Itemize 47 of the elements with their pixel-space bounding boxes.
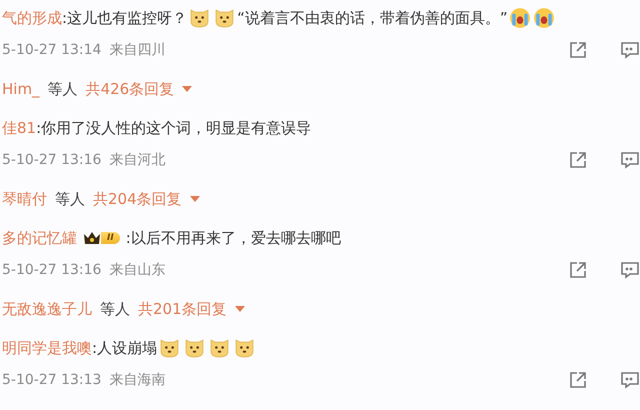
crying-emoji-icon [532, 7, 555, 29]
comment-time: 5-10-27 13:16 [2, 152, 102, 168]
reply-author[interactable]: Him_ [2, 80, 40, 98]
comment-icon[interactable] [620, 370, 640, 390]
comment-text: :你用了没人性的这个词，明显是有意误导 [36, 118, 312, 138]
comment-icon[interactable] [620, 260, 640, 280]
caret-icon [182, 86, 192, 92]
share-icon[interactable] [568, 40, 588, 60]
level-badge: II [101, 232, 120, 244]
comment-location: 来自四川 [109, 41, 166, 59]
replies-link[interactable]: 共426条回复 [86, 80, 192, 98]
crown-icon [83, 231, 101, 245]
comment-time: 5-10-27 13:14 [2, 42, 102, 58]
comment-icon[interactable] [620, 150, 640, 170]
caret-icon [234, 306, 245, 312]
dog-emoji-icon [189, 8, 210, 28]
dog-emoji-icon [234, 338, 256, 358]
reply-suffix: 等人 [48, 80, 78, 98]
reply-suffix: 等人 [100, 300, 130, 318]
share-icon[interactable] [568, 150, 588, 170]
dog-emoji-icon [214, 8, 236, 28]
comment-time: 5-10-27 13:16 [2, 262, 102, 278]
replies-link[interactable]: 共204条回复 [93, 190, 200, 208]
comment-author[interactable]: 气的形成 [2, 8, 62, 28]
reply-suffix: 等人 [55, 190, 85, 208]
reply-author[interactable]: 琴晴付 [2, 190, 47, 208]
comment-text: “说着言不由衷的话，带着伪善的面具。” [237, 8, 508, 28]
comment-location: 来自河北 [109, 151, 166, 169]
caret-icon [190, 196, 200, 202]
dog-emoji-icon [159, 338, 180, 358]
comment-text: :人设崩塌 [92, 338, 158, 358]
comment-text: :这儿也有监控呀？ [62, 8, 188, 28]
comment-time: 5-10-27 13:13 [2, 372, 102, 388]
comment-author[interactable]: 佳81 [2, 118, 36, 138]
comment-icon[interactable] [620, 40, 640, 60]
comment-location: 来自山东 [109, 261, 166, 279]
reply-author[interactable]: 无敌逸逸子儿 [2, 300, 92, 318]
comment-author[interactable]: 多的记忆罐 [2, 228, 77, 248]
share-icon[interactable] [568, 260, 588, 280]
comment-location: 来自海南 [109, 371, 166, 389]
comment-text: :以后不用再来了，爱去哪去哪吧 [126, 228, 341, 248]
dog-emoji-icon [209, 338, 230, 358]
replies-link[interactable]: 共201条回复 [138, 300, 245, 318]
crying-emoji-icon [508, 7, 531, 29]
dog-emoji-icon [184, 338, 206, 358]
comment-author[interactable]: 明同学是我噢 [2, 338, 92, 358]
share-icon[interactable] [568, 370, 588, 390]
